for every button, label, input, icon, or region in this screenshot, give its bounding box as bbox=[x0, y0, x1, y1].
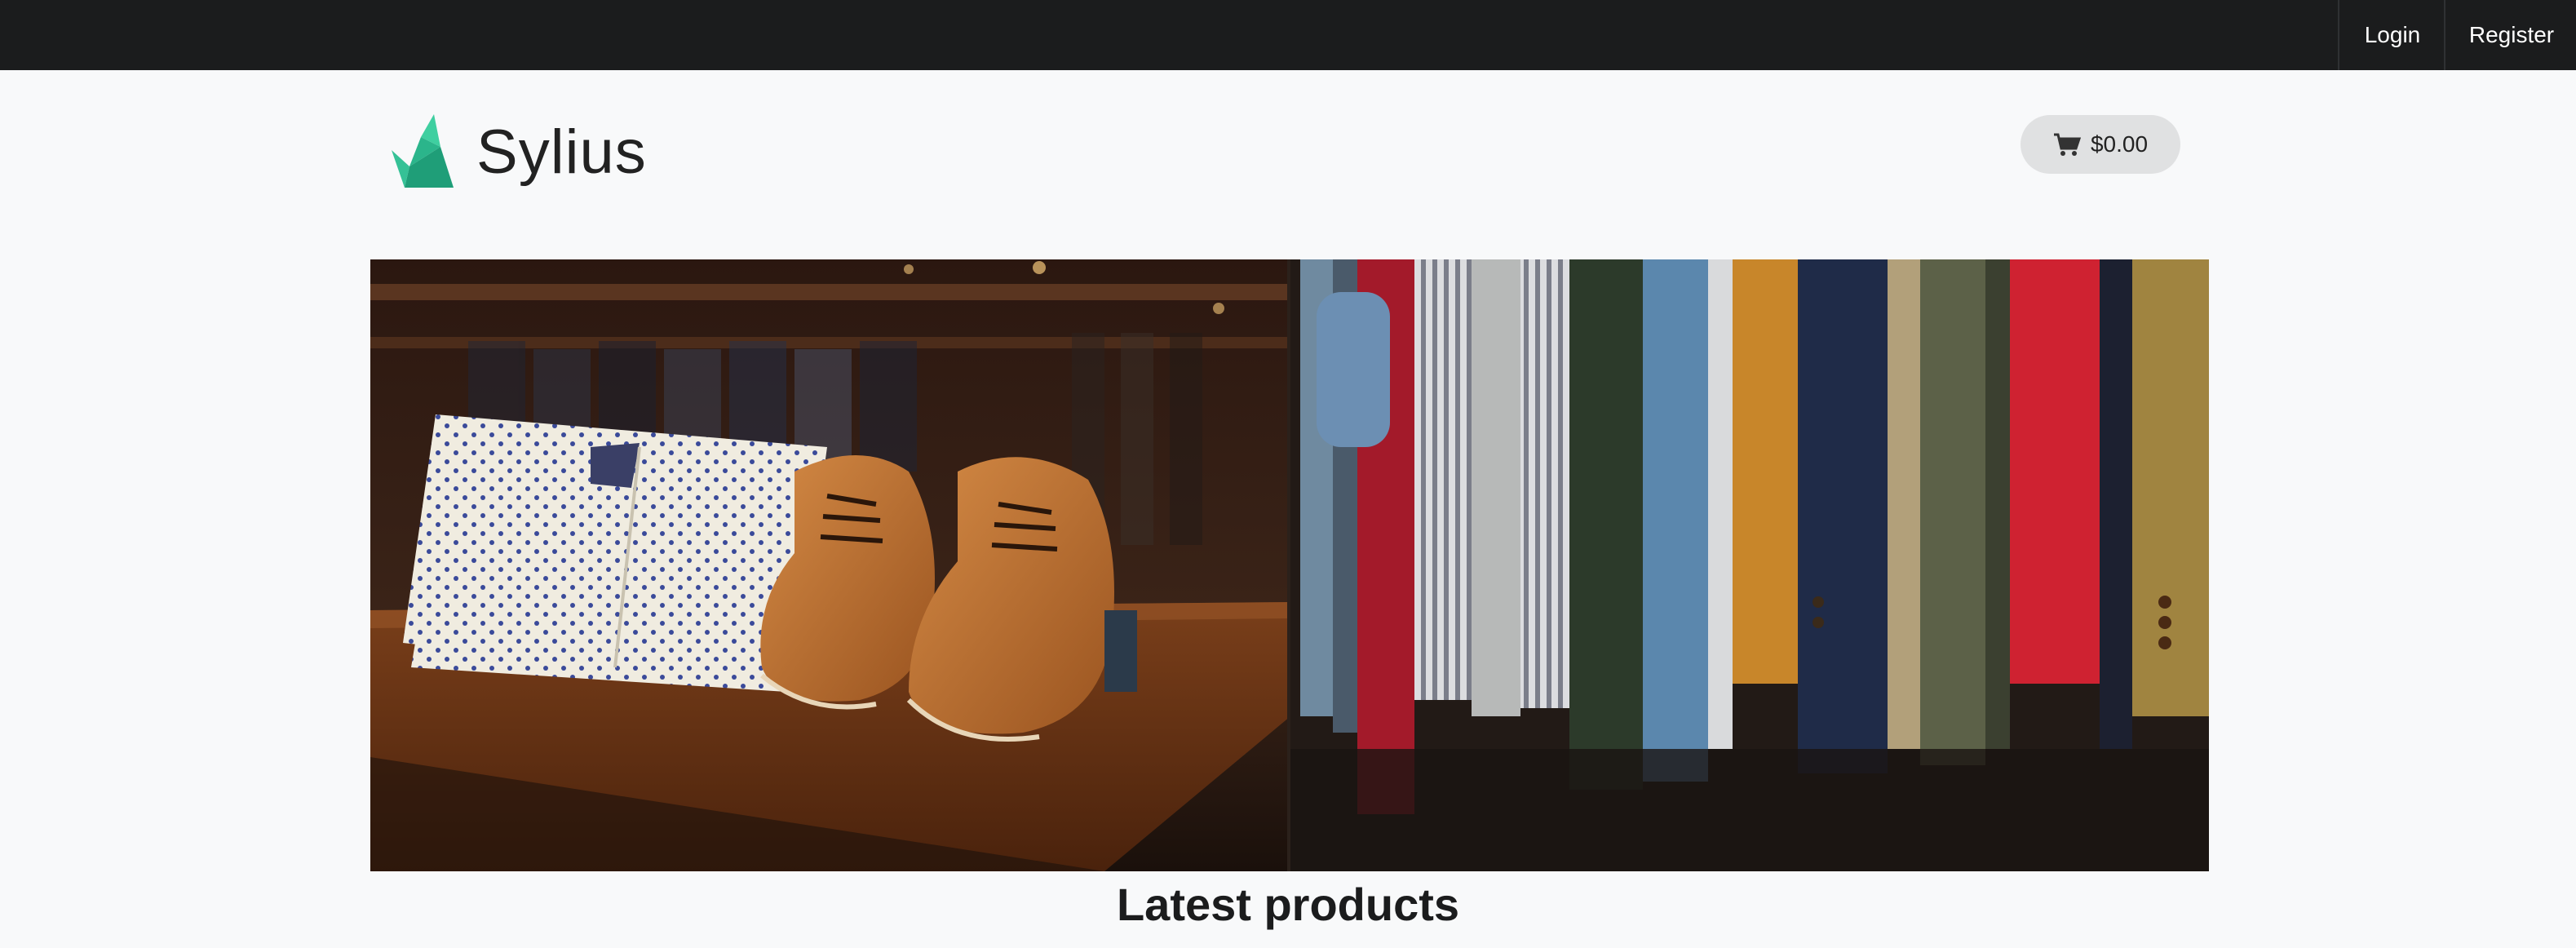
register-link[interactable]: Register bbox=[2444, 0, 2576, 70]
login-link[interactable]: Login bbox=[2338, 0, 2445, 70]
logo-text: Sylius bbox=[476, 117, 647, 187]
top-navigation-bar: Login Register bbox=[0, 0, 2576, 70]
site-logo[interactable]: Sylius bbox=[392, 113, 647, 191]
cart-icon bbox=[2053, 133, 2081, 156]
cart-button[interactable]: $0.00 bbox=[2021, 115, 2180, 174]
swan-logo-icon bbox=[392, 114, 454, 188]
latest-products-heading: Latest products bbox=[1116, 878, 1460, 930]
hero-image bbox=[370, 259, 2209, 871]
cart-total: $0.00 bbox=[2090, 131, 2149, 157]
hero-banner bbox=[370, 259, 2209, 871]
